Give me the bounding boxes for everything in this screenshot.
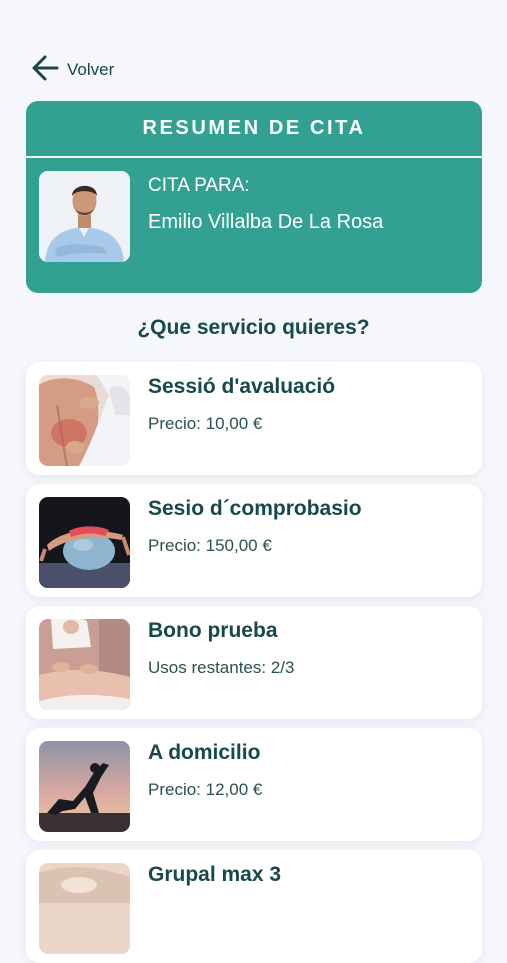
service-card-voucher[interactable]: Bono prueba Usos restantes: 2/3 [26, 606, 482, 719]
patient-avatar [39, 171, 130, 262]
service-usage: Usos restantes: 2/3 [148, 658, 295, 677]
service-image [39, 619, 130, 710]
service-price: Precio: 150,00 € [148, 536, 272, 555]
arrow-left-icon [30, 54, 60, 87]
service-name: A domicilio [148, 741, 261, 764]
service-name: Sesio d´comprobasio [148, 497, 362, 520]
service-question-heading: ¿Que servicio quieres? [137, 316, 370, 339]
service-card-evaluation[interactable]: Sessió d'avaluació Precio: 10,00 € [26, 362, 482, 475]
service-price: Precio: 10,00 € [148, 414, 263, 433]
service-card-home[interactable]: A domicilio Precio: 12,00 € [26, 728, 482, 841]
service-name: Grupal max 3 [148, 863, 282, 886]
patient-name: Emilio Villalba De La Rosa [148, 211, 384, 233]
service-card-check[interactable]: Sesio d´comprobasio Precio: 150,00 € [26, 484, 482, 597]
summary-title: RESUMEN DE CITA [26, 101, 482, 158]
service-image [39, 741, 130, 832]
service-price: Precio: 12,00 € [148, 780, 263, 799]
service-card-group[interactable]: Grupal max 3 [26, 850, 482, 963]
service-name: Bono prueba [148, 619, 278, 642]
appointment-for-label: CITA PARA: [148, 175, 250, 196]
service-image [39, 863, 130, 954]
service-image [39, 375, 130, 466]
appointment-summary-card: RESUMEN DE CITA CITA PARA: Emilio Villal… [26, 101, 482, 293]
back-label: Volver [67, 60, 115, 79]
service-name: Sessió d'avaluació [148, 375, 336, 398]
service-image [39, 497, 130, 588]
back-button[interactable]: Volver [30, 55, 114, 85]
